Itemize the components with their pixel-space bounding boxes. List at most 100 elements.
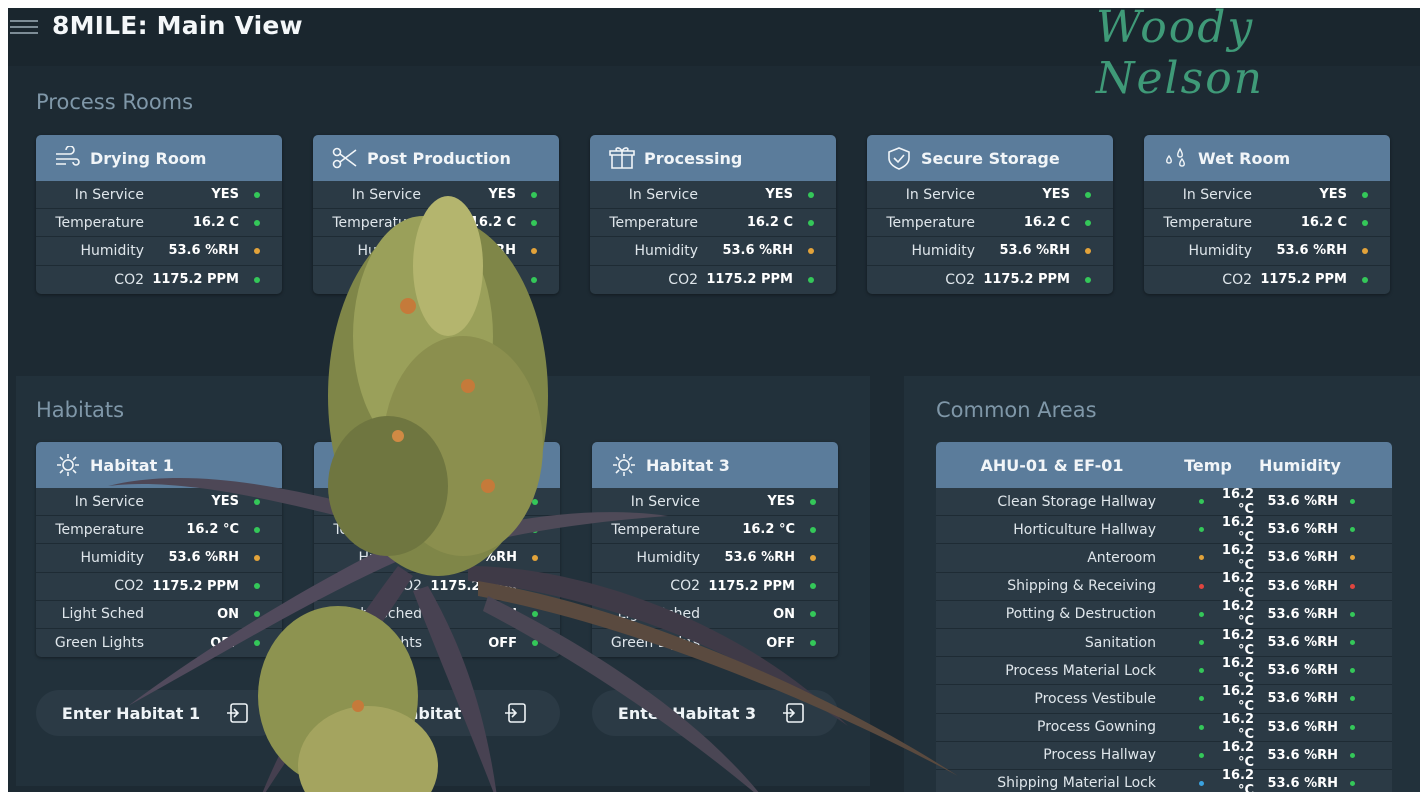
area-name: Anteroom (1087, 549, 1156, 566)
card-habitat-2[interactable]: Habitat 2 In Service YES Temperature 16.2 °C… (314, 442, 560, 658)
row-label: Humidity (911, 242, 975, 259)
table-row[interactable]: Shipping & Receiving 16.2 °C 53.6 %RH (936, 571, 1392, 602)
status-dot (1085, 276, 1091, 283)
table-row[interactable]: Process Gowning 16.2 °C 53.6 %RH (936, 712, 1392, 743)
status-dot (810, 554, 816, 561)
row-label: In Service (905, 186, 975, 203)
row-label: Humidity (636, 549, 700, 566)
row-label: Temperature (333, 521, 422, 538)
area-name: Shipping Material Lock (997, 775, 1156, 792)
menu-icon[interactable] (10, 16, 38, 38)
enter-habitat-1-button[interactable]: Enter Habitat 1 (36, 690, 282, 736)
status-dot (1085, 191, 1091, 198)
card-habitat-3[interactable]: Habitat 3 In Service YES Temperature 16.2 °C… (592, 442, 838, 658)
table-row[interactable]: Horticulture Hallway 16.2 °C 53.6 %RH (936, 515, 1392, 545)
enter-habitat-3-button[interactable]: Enter Habitat 3 (592, 690, 838, 736)
row-label: In Service (351, 186, 421, 203)
row-light-sched: Light Sched ON (314, 601, 560, 629)
row-co2: CO2 1175.2 PPM (313, 266, 559, 294)
card-header[interactable]: Post Production (313, 135, 559, 181)
area-name: Shipping & Receiving (1007, 578, 1156, 595)
row-label: Humidity (1188, 242, 1252, 259)
table-row[interactable]: Process Hallway 16.2 °C 53.6 %RH (936, 740, 1392, 770)
table-row[interactable]: Sanitation 16.2 °C 53.6 %RH (936, 628, 1392, 658)
row-humidity: Humidity 53.6 %RH (1144, 237, 1390, 266)
process-rooms-title: Process Rooms (36, 90, 194, 114)
area-humidity: 53.6 %RH (1267, 719, 1338, 735)
table-row[interactable]: Shipping Material Lock 16.2 °C 53.6 %RH (936, 768, 1392, 792)
row-label: In Service (630, 493, 700, 510)
row-label: In Service (1182, 186, 1252, 203)
status-dot (1362, 247, 1368, 254)
status-dot (810, 640, 816, 647)
row-temperature: Temperature 16.2 °C (36, 516, 282, 545)
status-dot (254, 276, 260, 283)
area-humidity: 53.6 %RH (1267, 494, 1338, 510)
table-row[interactable]: Process Vestibule 16.2 °C 53.6 %RH (936, 684, 1392, 714)
button-label: Enter Habitat 3 (617, 703, 757, 723)
row-light-sched: Light Sched ON (592, 601, 838, 629)
row-label: Humidity (80, 549, 144, 566)
page-title: 8MILE: Main View (52, 11, 303, 40)
table-row[interactable]: Potting & Destruction 16.2 °C 53.6 %RH (936, 599, 1392, 630)
row-value: ON (773, 606, 795, 622)
row-value: YES (211, 187, 239, 203)
area-temp: 16.2 °C (1221, 599, 1254, 630)
card-title: Habitat 3 (646, 455, 730, 475)
status-dot (531, 191, 537, 198)
card-header[interactable]: Drying Room (36, 135, 282, 181)
status-dot (254, 611, 260, 618)
row-in-service: In Service YES (36, 488, 282, 517)
row-label: CO2 (668, 271, 698, 288)
row-value: 16.2 C (1300, 215, 1347, 231)
row-humidity: Humidity 53.6 %RH (313, 237, 559, 266)
status-dot (531, 219, 537, 226)
wind-icon (56, 146, 80, 166)
status-dot (532, 554, 538, 561)
status-dot (254, 640, 260, 647)
table-row[interactable]: Process Material Lock 16.2 °C 53.6 %RH (936, 656, 1392, 686)
card-header[interactable]: Habitat 3 (592, 442, 838, 488)
status-dot (254, 498, 260, 505)
card-header[interactable]: Habitat 2 (314, 442, 560, 488)
button-label: Enter Habitat 1 (61, 703, 201, 723)
top-bar: 8MILE: Main View Woody Nelson (8, 8, 1420, 104)
row-value: 1175.2 PPM (430, 578, 517, 594)
area-temp: 16.2 °C (1221, 712, 1254, 743)
card-header[interactable]: Wet Room (1144, 135, 1390, 181)
row-temperature: Temperature 16.2 C (36, 209, 282, 238)
table-row[interactable]: Anteroom 16.2 °C 53.6 %RH (936, 543, 1392, 573)
card-post-production[interactable]: Post Production In Service YES Temperature 1… (313, 135, 559, 294)
row-label: Green Lights (54, 635, 144, 652)
row-value: 1175.2 PPM (983, 272, 1070, 288)
app-window: 8MILE: Main View Woody Nelson Process Ro… (8, 8, 1420, 792)
row-co2: CO2 1175.2 PPM (590, 266, 836, 294)
card-header[interactable]: Processing (590, 135, 836, 181)
area-humidity: 53.6 %RH (1267, 747, 1338, 763)
status-dot (531, 247, 537, 254)
row-value: 53.6 %RH (722, 243, 793, 259)
table-row[interactable]: Clean Storage Hallway 16.2 °C 53.6 %RH (936, 487, 1392, 517)
row-in-service: In Service YES (867, 181, 1113, 210)
row-label: Temperature (55, 214, 144, 231)
habitats-title: Habitats (36, 398, 125, 422)
card-header[interactable]: Habitat 1 (36, 442, 282, 488)
card-wet-room[interactable]: Wet Room In Service YES Temperature 16.2 C Hu… (1144, 135, 1390, 294)
status-dot (532, 640, 538, 647)
row-value: OFF (210, 635, 239, 651)
row-green-lights: Green Lights OFF (314, 629, 560, 657)
row-value: 53.6 %RH (445, 243, 516, 259)
enter-habitat-2-button[interactable]: Enter Habitat 2 (314, 690, 560, 736)
status-dot (254, 583, 260, 590)
card-secure-storage[interactable]: Secure Storage In Service YES Temperature 16… (867, 135, 1113, 294)
card-habitat-1[interactable]: Habitat 1 In Service YES Temperature 16.2 °C… (36, 442, 282, 658)
row-label: CO2 (392, 578, 422, 595)
card-processing[interactable]: Processing In Service YES Temperature 16.2 C… (590, 135, 836, 294)
status-dot (808, 276, 814, 283)
card-title: Wet Room (1198, 148, 1291, 168)
card-header[interactable]: Secure Storage (867, 135, 1113, 181)
row-value: 53.6 %RH (724, 550, 795, 566)
card-drying-room[interactable]: Drying Room In Service YES Temperature 16.2 … (36, 135, 282, 294)
row-value: 1175.2 PPM (152, 578, 239, 594)
area-temp: 16.2 °C (1221, 571, 1254, 602)
